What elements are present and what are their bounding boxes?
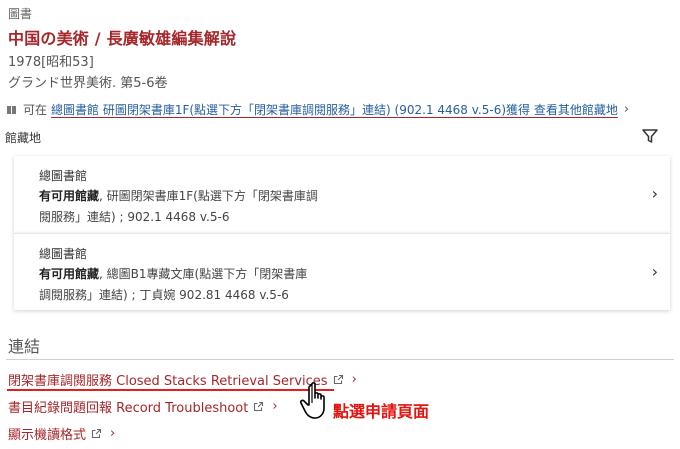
filter-icon[interactable]	[641, 127, 659, 145]
record-type-label: 圖書	[8, 7, 33, 21]
holding-library: 總圖書館	[39, 247, 88, 261]
holding-detail: 有可用館藏, 總圖B1專藏文庫(點選下方「閉架書庫 調閱服務」連結) ; 丁貞婉…	[39, 264, 399, 306]
chevron-right-icon: ›	[351, 372, 357, 387]
chevron-right-icon[interactable]: ›	[652, 184, 658, 203]
marc-format-link[interactable]: 顯示機讀格式 ›	[8, 424, 115, 443]
availability-location-link[interactable]: 總圖書館 研圖閉架書庫1F(點選下方「閉架書庫調閱服務」連結) (902.1 4…	[51, 101, 618, 118]
holding-library: 總圖書館	[39, 169, 88, 183]
external-link-icon	[91, 428, 102, 439]
annotation-text: 點選申請頁面	[333, 402, 430, 421]
links-divider	[6, 359, 674, 360]
external-link-icon	[254, 401, 264, 412]
availability-status: 可在	[23, 103, 48, 117]
holdings-title: 館藏地	[5, 131, 42, 145]
holding-detail-line1: , 總圖B1專藏文庫(點選下方「閉架書庫	[99, 267, 308, 281]
holding-detail-line1: , 研圖閉架書庫1F(點選下方「閉架書庫調	[99, 189, 318, 203]
holding-detail-line2: 調閱服務」連結) ; 丁貞婉 902.81 4468 v.5-6	[39, 288, 289, 302]
record-troubleshoot-link[interactable]: 書目紀錄問題回報 Record Troubleshoot ›	[8, 397, 278, 416]
holding-card[interactable]: 總圖書館 有可用館藏, 研圖閉架書庫1F(點選下方「閉架書庫調 閱服務」連結) …	[14, 156, 670, 233]
chevron-right-icon: ›	[272, 399, 278, 414]
chevron-right-icon: ›	[110, 426, 116, 441]
book-icon	[7, 105, 16, 114]
link-label[interactable]: 顯示機讀格式	[8, 424, 86, 443]
links-heading: 連結	[8, 337, 41, 356]
holding-detail: 有可用館藏, 研圖閉架書庫1F(點選下方「閉架書庫調 閱服務」連結) ; 902…	[39, 186, 399, 228]
availability-row[interactable]: 可在 總圖書館 研圖閉架書庫1F(點選下方「閉架書庫調閱服務」連結) (902.…	[6, 101, 678, 118]
chevron-right-icon[interactable]: ›	[652, 262, 658, 281]
availability-label: 有可用館藏	[39, 189, 100, 203]
chevron-right-icon: ›	[623, 102, 630, 117]
series-title: グランド世界美術. 第5-6卷	[8, 76, 168, 91]
link-label[interactable]: 閉架書庫調閱服務 Closed Stacks Retrieval Service…	[8, 370, 328, 389]
record-title: 中国の美術 / 長廣敏雄編集解說	[8, 29, 237, 48]
publication-date: 1978[昭和53]	[8, 55, 94, 70]
holding-detail-line2: 閱服務」連結) ; 902.1 4468 v.5-6	[39, 210, 230, 224]
holding-card[interactable]: 總圖書館 有可用館藏, 總圖B1專藏文庫(點選下方「閉架書庫 調閱服務」連結) …	[14, 233, 670, 310]
highlight-underline	[7, 389, 334, 391]
link-label[interactable]: 書目紀錄問題回報 Record Troubleshoot	[8, 397, 248, 416]
availability-label: 有可用館藏	[39, 267, 100, 281]
hand-pointer-icon	[299, 382, 325, 419]
